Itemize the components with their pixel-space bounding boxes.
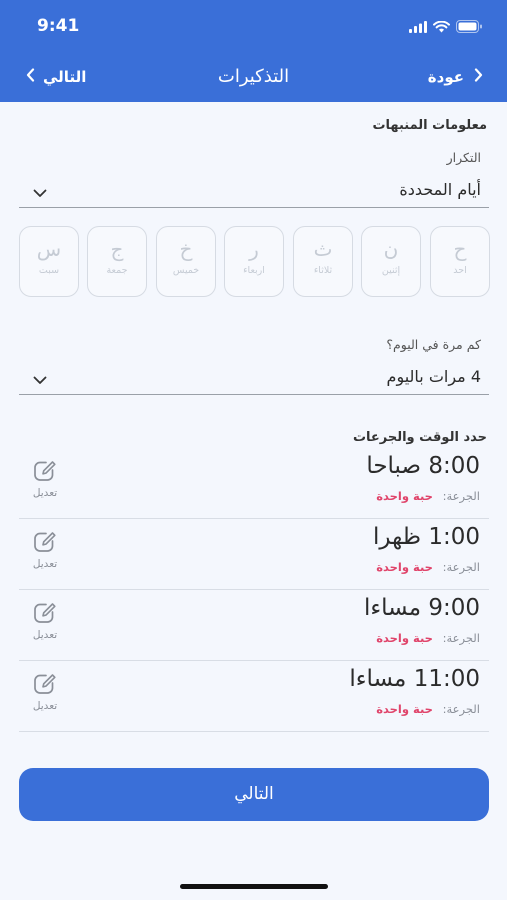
dose-label: الجرعة: <box>442 631 480 645</box>
edit-button[interactable]: تعديل <box>25 531 65 570</box>
day-name: اربعاء <box>243 265 265 276</box>
dose-info: الجرعة: حبة واحدة <box>376 560 480 574</box>
alerts-section-title: معلومات المنبهات <box>372 118 487 133</box>
dose-label: الجرعة: <box>442 702 480 716</box>
dose-row: 9:00 مساءا الجرعة: حبة واحدة تعديل <box>19 590 489 661</box>
wifi-icon <box>433 18 450 37</box>
home-indicator <box>180 884 328 889</box>
day-letter: خ <box>179 237 193 261</box>
times-per-day-label: كم مرة في اليوم؟ <box>386 337 481 352</box>
app-header: 9:41 التالي التذكيرات عودة <box>0 0 507 102</box>
dose-time: 8:00 صباحا <box>366 453 480 479</box>
battery-icon <box>456 18 483 37</box>
edit-label: تعديل <box>32 700 58 712</box>
edit-label: تعديل <box>32 558 58 570</box>
dose-value: حبة واحدة <box>376 702 433 716</box>
day-name: سبت <box>38 265 60 276</box>
edit-icon <box>33 461 57 486</box>
dose-row: 11:00 مساءا الجرعة: حبة واحدة تعديل <box>19 661 489 732</box>
dose-label: الجرعة: <box>442 560 480 574</box>
edit-button[interactable]: تعديل <box>25 673 65 712</box>
edit-icon <box>33 532 57 557</box>
day-name: جمعة <box>106 265 128 276</box>
day-letter: ح <box>453 237 467 261</box>
dose-info: الجرعة: حبة واحدة <box>376 702 480 716</box>
dose-time: 11:00 مساءا <box>349 666 480 692</box>
dose-info: الجرعة: حبة واحدة <box>376 489 480 503</box>
day-sunday[interactable]: ح احد <box>430 226 490 297</box>
repeat-label: التكرار <box>446 150 481 165</box>
dose-time: 9:00 مساءا <box>363 595 480 621</box>
day-name: احد <box>453 265 467 276</box>
day-letter: س <box>36 237 62 261</box>
day-tuesday[interactable]: ث ثلاثاء <box>293 226 353 297</box>
day-monday[interactable]: ن إثنين <box>361 226 421 297</box>
dose-row: 1:00 ظهرا الجرعة: حبة واحدة تعديل <box>19 519 489 590</box>
status-icons <box>409 18 483 37</box>
repeat-select-value: أيام المحددة <box>399 180 481 199</box>
signal-icon <box>409 18 427 37</box>
next-button[interactable]: التالي <box>19 768 489 821</box>
day-wednesday[interactable]: ر اربعاء <box>224 226 284 297</box>
dose-time: 1:00 ظهرا <box>373 524 480 550</box>
day-name: إثنين <box>381 265 401 276</box>
weekday-picker: ح احد ن إثنين ث ثلاثاء ر اربعاء خ خميس ج… <box>19 226 491 298</box>
dose-value: حبة واحدة <box>376 489 433 503</box>
nav-back-link[interactable]: عودة <box>428 68 483 86</box>
day-name: خميس <box>172 265 200 276</box>
day-name: ثلاثاء <box>313 265 333 276</box>
edit-icon <box>33 603 57 628</box>
times-per-day-select[interactable]: 4 مرات باليوم <box>19 361 489 395</box>
dose-value: حبة واحدة <box>376 560 433 574</box>
status-time: 9:41 <box>37 16 80 36</box>
repeat-select[interactable]: أيام المحددة <box>19 174 489 208</box>
times-per-day-value: 4 مرات باليوم <box>386 367 481 386</box>
dose-label: الجرعة: <box>442 489 480 503</box>
nav-back-label: عودة <box>427 68 464 86</box>
edit-label: تعديل <box>32 487 58 499</box>
day-friday[interactable]: ج جمعة <box>87 226 147 297</box>
day-letter: ن <box>383 237 399 261</box>
chevron-right-icon <box>474 68 483 86</box>
edit-button[interactable]: تعديل <box>25 602 65 641</box>
edit-label: تعديل <box>32 629 58 641</box>
doses-section-title: حدد الوقت والجرعات <box>352 430 487 445</box>
edit-button[interactable]: تعديل <box>25 460 65 499</box>
edit-icon <box>33 674 57 699</box>
chevron-down-icon <box>33 370 47 389</box>
day-letter: ث <box>313 237 333 261</box>
day-letter: ج <box>110 237 124 261</box>
dose-info: الجرعة: حبة واحدة <box>376 631 480 645</box>
dose-row: 8:00 صباحا الجرعة: حبة واحدة تعديل <box>19 448 489 519</box>
day-letter: ر <box>249 237 259 261</box>
day-thursday[interactable]: خ خميس <box>156 226 216 297</box>
dose-value: حبة واحدة <box>376 631 433 645</box>
chevron-down-icon <box>33 183 47 202</box>
day-saturday[interactable]: س سبت <box>19 226 79 297</box>
